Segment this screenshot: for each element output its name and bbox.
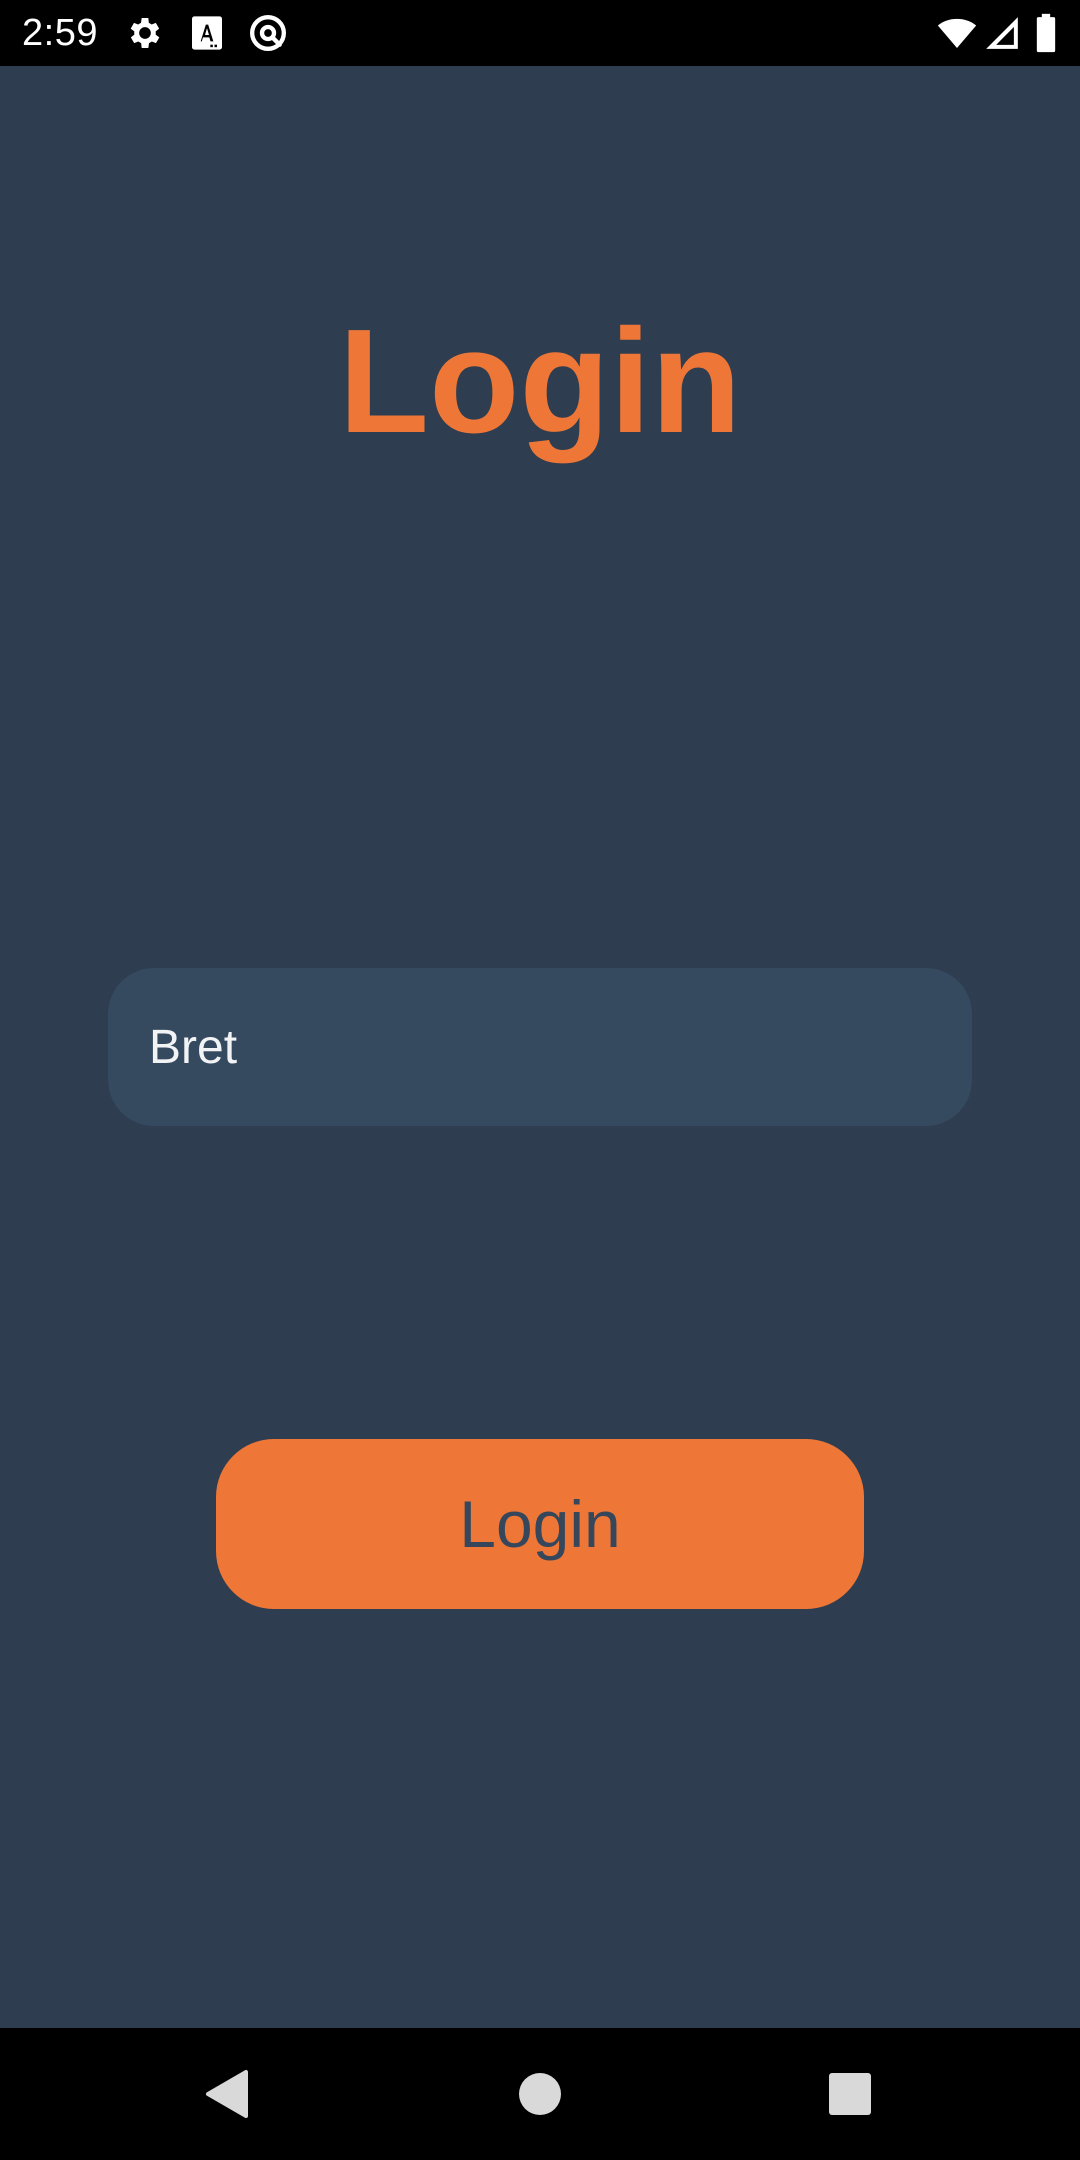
navigation-bar — [0, 2028, 1080, 2160]
recents-icon[interactable] — [810, 2054, 890, 2134]
back-icon[interactable] — [186, 2054, 266, 2134]
cellular-signal-icon — [983, 13, 1021, 53]
wifi-icon — [935, 13, 979, 53]
at-sign-icon — [248, 13, 288, 53]
login-button[interactable]: Login — [216, 1439, 864, 1609]
username-input[interactable] — [108, 968, 972, 1126]
phone-screen: 2:59 Login Login — [0, 0, 1080, 2160]
battery-icon — [1034, 13, 1058, 53]
login-screen: Login Login — [0, 66, 1080, 2028]
status-time: 2:59 — [22, 12, 98, 54]
gear-icon — [125, 13, 165, 53]
home-icon[interactable] — [500, 2054, 580, 2134]
status-bar: 2:59 — [0, 0, 1080, 66]
page-title: Login — [338, 299, 742, 464]
text-a-icon — [187, 13, 227, 53]
